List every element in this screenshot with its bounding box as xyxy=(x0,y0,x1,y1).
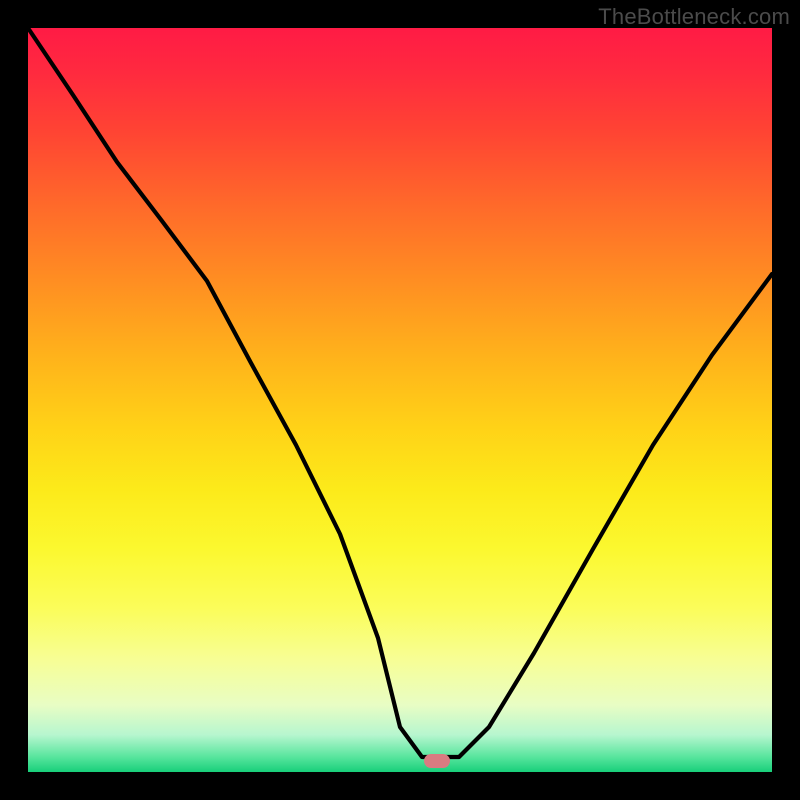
plot-area xyxy=(28,28,772,772)
chart-frame: TheBottleneck.com xyxy=(0,0,800,800)
bottleneck-curve xyxy=(28,28,772,772)
optimum-marker xyxy=(424,754,450,768)
watermark-text: TheBottleneck.com xyxy=(598,4,790,30)
curve-path xyxy=(28,28,772,757)
